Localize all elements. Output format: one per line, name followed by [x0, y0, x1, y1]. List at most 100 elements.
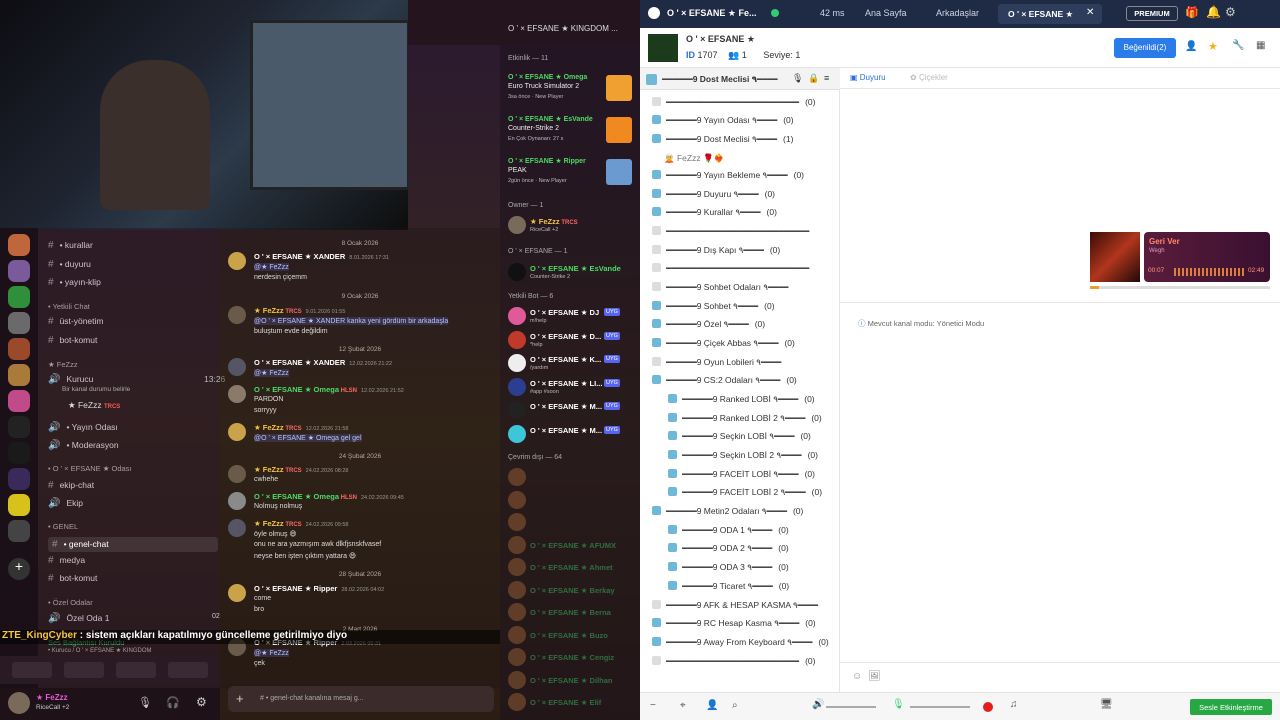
liked-button[interactable]: Beğenildi(2) — [1114, 38, 1176, 58]
avatar[interactable] — [228, 358, 246, 376]
channel-node[interactable]: ━━━━━━9 FACEİT LOBİ 2 ٩━━━━ (0) — [668, 487, 822, 498]
voice-channel-yayin[interactable]: 🔊 • Yayın Odası — [48, 422, 118, 433]
channel-status[interactable]: Bir kanal durumu belirle — [62, 386, 130, 393]
avatar[interactable] — [228, 306, 246, 324]
record-icon[interactable] — [983, 702, 993, 712]
screen-share-button[interactable] — [64, 662, 104, 678]
tab-announcement[interactable]: ▣ Duyuru — [850, 73, 886, 82]
avatar[interactable] — [228, 423, 246, 441]
server-icon[interactable] — [8, 494, 30, 516]
voice-channel-moderasyon[interactable]: 🔊 • Moderasyon — [48, 440, 119, 451]
channel-node[interactable]: ━━━━━━9 Oyun Lobileri ٩━━━━ — [652, 357, 781, 368]
premium-button[interactable]: PREMIUM — [1126, 6, 1178, 21]
avatar[interactable] — [8, 692, 30, 714]
channel-node[interactable]: ━━━━━━9 Ranked LOBİ ٩━━━━ (0) — [668, 394, 815, 405]
channel-node[interactable]: ━━━━━━9 ODA 1 ٩━━━━ (0) — [668, 525, 789, 536]
message-author[interactable]: O ' × EFSANE ★ Omega HLSN 12.02.2026 21:5… — [254, 385, 404, 394]
avatar[interactable] — [228, 584, 246, 602]
member-offline[interactable] — [508, 513, 636, 533]
server-icon[interactable] — [8, 312, 30, 334]
channel-duyuru[interactable]: # • duyuru — [48, 259, 91, 270]
emoji-icon[interactable]: ☺ — [852, 671, 862, 682]
channel-genel-chat[interactable]: # • genel-chat — [48, 537, 218, 552]
message-author[interactable]: ★ FeZzz TRCS 12.02.2026 21:58 — [254, 423, 348, 432]
tab-server-active[interactable]: O ' × EFSANE ★ ✕ — [998, 4, 1102, 24]
voice-channel-ekip[interactable]: 🔊 Ekip — [48, 498, 83, 509]
member-offline[interactable]: O ' × EFSANE ★ Berkay — [508, 580, 636, 601]
member-offline[interactable] — [508, 490, 636, 511]
camera-button[interactable] — [12, 662, 52, 678]
server-icon[interactable] — [8, 338, 30, 360]
member-owner[interactable]: ★ FeZzz TRCS RiceCall +2 — [508, 216, 636, 236]
online-status-icon[interactable] — [771, 9, 779, 17]
category-genel[interactable]: • GENEL — [48, 522, 78, 531]
member-efsane[interactable]: O ' × EFSANE ★ EsVande Counter-Strike 2 — [508, 263, 636, 283]
member-bot[interactable]: O ' × EFSANE ★ M... UYG — [508, 424, 636, 445]
gear-icon[interactable]: ⚙ — [196, 695, 207, 709]
minus-icon[interactable]: − — [650, 700, 656, 711]
channel-node[interactable]: ━━━━━━9 Kurallar ٩━━━━ (0) — [652, 207, 777, 218]
mic-icon[interactable]: 🎙 — [892, 699, 905, 710]
tab-home[interactable]: Ana Sayfa — [865, 8, 907, 18]
channel-bot-komut[interactable]: # bot-komut — [48, 335, 97, 346]
member-bot[interactable]: O ' × EFSANE ★ LI... UYG #app #soon — [508, 377, 636, 398]
channel-node[interactable]: ━━━━━━9 FACEİT LOBİ ٩━━━━ (0) — [668, 469, 815, 480]
message-author[interactable]: ★ FeZzz TRCS 24.02.2026 08:28 — [254, 465, 348, 474]
gear-icon[interactable]: ⚙ — [1225, 5, 1236, 19]
image-icon[interactable]: 🖼 — [868, 671, 881, 682]
channel-node[interactable]: ━━━━━━━━━━━━━━━━━━━━━━━━━━ (0) — [652, 656, 815, 667]
star-icon[interactable]: ★ — [1208, 40, 1218, 53]
server-icon[interactable] — [8, 364, 30, 386]
message-author[interactable]: ★ FeZzz TRCS 9.01.2026 01:55 — [254, 306, 345, 315]
add-server-icon[interactable]: + — [8, 558, 30, 580]
speaker-icon[interactable]: 🔊 — [812, 699, 824, 710]
server-icon[interactable] — [8, 390, 30, 412]
headphone-icon[interactable]: 🎧 — [166, 696, 180, 709]
channel-bot-komut-2[interactable]: # bot-komut — [48, 573, 97, 584]
wrench-icon[interactable]: 🔧 — [1232, 40, 1244, 51]
plus-icon[interactable]: + — [236, 691, 244, 706]
member-bot[interactable]: O ' × EFSANE ★ K... UYG/yardım — [508, 354, 636, 374]
avatar[interactable] — [228, 385, 246, 403]
channel-node[interactable]: ━━━━━━9 Seçkin LOBİ 2 ٩━━━━ (0) — [668, 450, 818, 461]
location-icon[interactable]: ⌖ — [680, 700, 686, 711]
tab-flowers[interactable]: ✿ Çiçekler — [910, 73, 948, 82]
category-odasi[interactable]: • O ' × EFSANE ★ Odası — [48, 464, 132, 473]
member-bot[interactable]: O ' × EFSANE ★ DJ UYG m!help — [508, 307, 636, 327]
channel-node[interactable]: ━━━━━━9 AFK & HESAP KASMA ٩━━━━ — [652, 600, 818, 611]
message-author[interactable]: O ' × EFSANE ★ Ripper 28.02.2026 04:02 — [254, 584, 384, 593]
channel-node[interactable]: ━━━━━━9 Ranked LOBİ 2 ٩━━━━ (0) — [668, 413, 822, 424]
member-offline[interactable]: O ' × EFSANE ★ AFUMX — [508, 535, 636, 556]
avatar[interactable] — [228, 519, 246, 537]
mic-icon[interactable]: 🎙 — [138, 696, 152, 709]
channel-node[interactable]: ━━━━━━9 ODA 3 ٩━━━━ (0) — [668, 562, 789, 573]
member-offline[interactable]: O ' × EFSANE ★ Dilhan — [508, 670, 636, 691]
server-icon[interactable] — [8, 234, 30, 256]
member-offline[interactable] — [508, 468, 636, 488]
activity-card[interactable]: O ' × EFSANE ★ EsVande Counter-Strike 2 En… — [508, 115, 636, 151]
activity-button[interactable] — [116, 662, 156, 678]
server-icon[interactable] — [8, 442, 30, 464]
channel-node[interactable]: ━━━━━━━━━━━━━━━━━━━━━━━━━━ (0) — [652, 97, 815, 108]
channel-node[interactable]: ━━━━━━9 Sohbet ٩━━━━ (0) — [652, 301, 775, 312]
member-offline[interactable]: O ' × EFSANE ★ Elif — [508, 693, 636, 713]
soundboard-button[interactable] — [168, 662, 208, 678]
grid-icon[interactable]: ▦ — [1256, 40, 1265, 51]
user-icon[interactable]: 👤 — [706, 700, 718, 711]
message-author[interactable]: O ' × EFSANE ★ XANDER 12.02.2026 21:22 — [254, 358, 392, 367]
channel-node[interactable]: ━━━━━━9 Away From Keyboard ٩━━━━ (0) — [652, 637, 829, 648]
menu-icon[interactable]: ≡ — [824, 73, 829, 83]
channel-medya[interactable]: # medya — [48, 555, 85, 566]
channel-node[interactable]: ━━━━━━━━━━━━━━━━━━━━━━━━━━━━ — [652, 226, 809, 237]
server-icon[interactable] — [8, 468, 30, 490]
channel-node[interactable]: ━━━━━━9 Seçkin LOBİ ٩━━━━ (0) — [668, 431, 811, 442]
category-fezzz[interactable]: ★ FeZzz — [48, 360, 78, 369]
server-icon[interactable] — [8, 260, 30, 282]
channel-node[interactable]: ━━━━━━9 Dost Meclisi ٩━━━━ (1) — [652, 134, 793, 145]
member-offline[interactable]: O ' × EFSANE ★ Ahmet — [508, 558, 636, 578]
avatar[interactable] — [228, 252, 246, 270]
channel-node[interactable]: ━━━━━━9 Ticaret ٩━━━━ (0) — [668, 581, 789, 592]
message-composer[interactable]: ☺ 🖼 — [840, 662, 1280, 692]
channel-üst-yönetim[interactable]: # üst-yönetim — [48, 316, 104, 327]
activity-card[interactable]: O ' × EFSANE ★ Ripper PEAK 2gün önce · New… — [508, 157, 636, 193]
